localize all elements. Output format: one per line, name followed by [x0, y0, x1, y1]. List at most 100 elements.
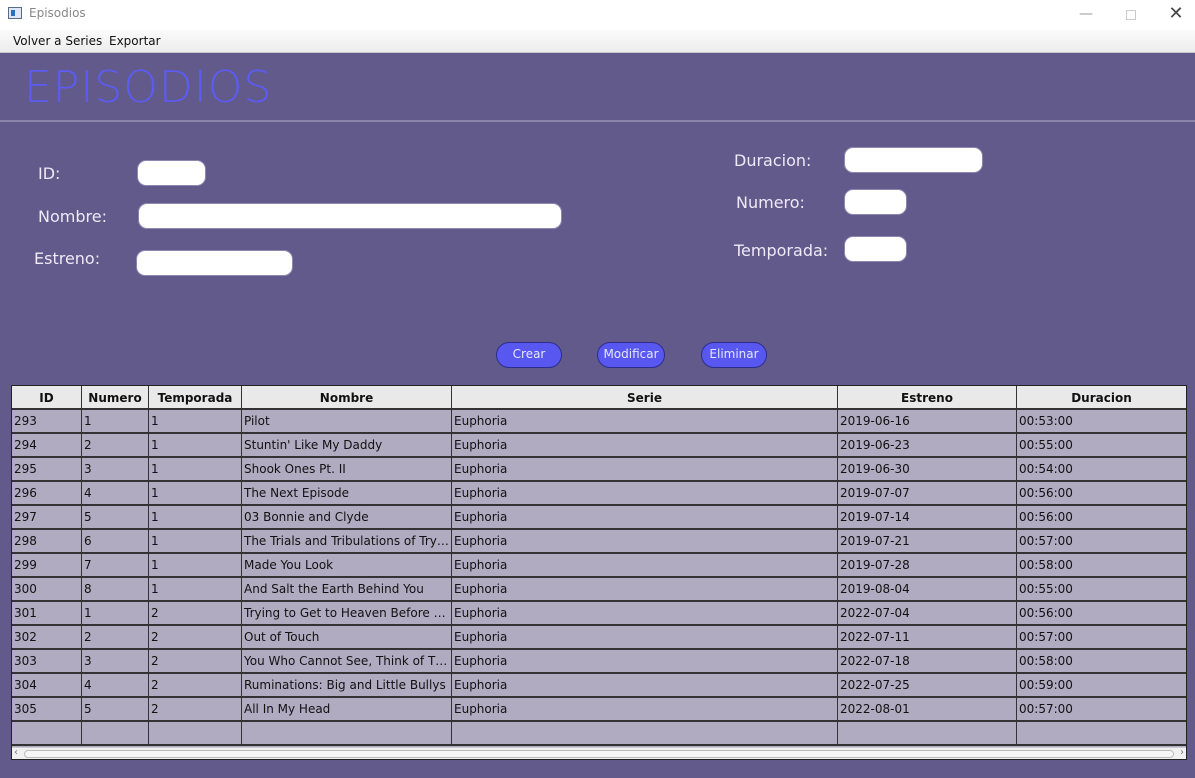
minimize-button[interactable]: —: [1063, 0, 1109, 30]
table-cell: 2022-08-01: [838, 698, 1017, 720]
close-button[interactable]: ✕: [1153, 0, 1195, 30]
table-cell: 1: [149, 482, 242, 504]
horizontal-scrollbar[interactable]: ‹ ›: [12, 747, 1186, 759]
table-row[interactable]: 293 1 1 Pilot Euphoria 2019-06-16 00:53:00: [12, 410, 1186, 434]
table-cell: 00:56:00: [1019, 606, 1073, 620]
episodes-table[interactable]: ID Numero Temporada Nombre Serie Estreno…: [11, 385, 1187, 760]
scroll-right-icon[interactable]: ›: [1180, 747, 1184, 758]
scrollbar-thumb[interactable]: [24, 750, 1174, 758]
table-row[interactable]: 301 1 2 Trying to Get to Heaven Before They…: [12, 602, 1186, 626]
column-header-temporada[interactable]: Temporada: [149, 386, 242, 409]
estreno-field[interactable]: [136, 250, 293, 276]
app-window-icon: [8, 7, 22, 19]
table-cell: 5: [82, 698, 149, 720]
numero-field[interactable]: [844, 189, 907, 215]
table-cell: 2019-06-30: [838, 458, 1017, 480]
table-cell: 2: [149, 674, 242, 696]
table-cell: 295: [12, 458, 82, 480]
crear-button[interactable]: Crear: [496, 342, 562, 368]
temporada-label: Temporada:: [734, 241, 829, 260]
table-cell: 00:57:00: [1019, 702, 1073, 716]
table-cell: Pilot: [242, 410, 452, 432]
table-row[interactable]: 298 6 1 The Trials and Tribulations of Tryi…: [12, 530, 1186, 554]
table-cell: 00:57:00: [1019, 630, 1073, 644]
table-cell: Euphoria: [452, 554, 838, 576]
table-cell: Stuntin' Like My Daddy: [242, 434, 452, 456]
column-header-serie[interactable]: Serie: [452, 386, 838, 409]
table-cell: Euphoria: [452, 506, 838, 528]
table-row[interactable]: 297 5 1 03 Bonnie and Clyde Euphoria 2019-07-…: [12, 506, 1186, 530]
table-cell: 2: [149, 602, 242, 624]
table-cell: [452, 722, 838, 744]
scroll-left-icon[interactable]: ‹: [14, 747, 18, 758]
table-cell: 1: [149, 434, 242, 456]
window-title: Episodios: [29, 6, 86, 20]
page-title: EPISODIOS: [24, 62, 273, 113]
duracion-field[interactable]: [844, 147, 983, 173]
table-cell: 7: [82, 554, 149, 576]
table-row[interactable]: 304 4 2 Ruminations: Big and Little Bullys E…: [12, 674, 1186, 698]
table-row[interactable]: 303 3 2 You Who Cannot See, Think of Thos..…: [12, 650, 1186, 674]
table-cell: 299: [12, 554, 82, 576]
table-row[interactable]: 302 2 2 Out of Touch Euphoria 2022-07-11 00:57…: [12, 626, 1186, 650]
table-cell: 00:59:00: [1019, 678, 1073, 692]
table-cell: [1017, 722, 1186, 744]
menu-bar: Volver a Series Exportar: [0, 30, 1195, 53]
table-cell: 2: [149, 650, 242, 672]
table-cell: 296: [12, 482, 82, 504]
table-cell: Euphoria: [452, 674, 838, 696]
table-cell: 2019-07-28: [838, 554, 1017, 576]
table-row[interactable]: 295 3 1 Shook Ones Pt. II Euphoria 2019-06-30…: [12, 458, 1186, 482]
table-cell: 2022-07-18: [838, 650, 1017, 672]
table-cell: Euphoria: [452, 458, 838, 480]
table-cell: [82, 722, 149, 744]
table-cell: 302: [12, 626, 82, 648]
table-cell: And Salt the Earth Behind You: [242, 578, 452, 600]
duracion-label: Duracion:: [734, 151, 812, 170]
table-cell: 2019-06-23: [838, 434, 1017, 456]
table-cell: 00:55:00: [1019, 438, 1073, 452]
table-cell: 2022-07-25: [838, 674, 1017, 696]
menu-exportar[interactable]: Exportar: [109, 34, 161, 48]
table-row[interactable]: 294 2 1 Stuntin' Like My Daddy Euphoria 2019-…: [12, 434, 1186, 458]
table-cell: 6: [82, 530, 149, 552]
table-cell: Trying to Get to Heaven Before They...: [242, 602, 452, 624]
menu-volver-a-series[interactable]: Volver a Series: [13, 34, 102, 48]
table-header: ID Numero Temporada Nombre Serie Estreno…: [12, 386, 1186, 410]
table-cell: 294: [12, 434, 82, 456]
table-row[interactable]: 305 5 2 All In My Head Euphoria 2022-08-01 00:…: [12, 698, 1186, 722]
column-header-nombre[interactable]: Nombre: [242, 386, 452, 409]
table-cell: 1: [149, 410, 242, 432]
table-cell: 2019-07-07: [838, 482, 1017, 504]
column-header-numero[interactable]: Numero: [82, 386, 149, 409]
table-cell: 1: [149, 578, 242, 600]
table-cell: 2019-07-14: [838, 506, 1017, 528]
id-field[interactable]: [137, 160, 206, 186]
column-header-id[interactable]: ID: [12, 386, 82, 409]
table-cell: 03 Bonnie and Clyde: [242, 506, 452, 528]
column-header-estreno[interactable]: Estreno: [838, 386, 1017, 409]
table-cell: 2: [82, 626, 149, 648]
modificar-button[interactable]: Modificar: [597, 342, 665, 368]
table-cell: The Next Episode: [242, 482, 452, 504]
table-cell: [149, 722, 242, 744]
table-cell: [838, 722, 1017, 744]
table-row[interactable]: 296 4 1 The Next Episode Euphoria 2019-07-07 0…: [12, 482, 1186, 506]
table-row[interactable]: 299 7 1 Made You Look Euphoria 2019-07-28 00:5…: [12, 554, 1186, 578]
nombre-field[interactable]: [138, 203, 562, 229]
table-cell: 4: [82, 482, 149, 504]
maximize-button[interactable]: [1108, 0, 1154, 30]
table-cell: 1: [149, 530, 242, 552]
table-row-empty[interactable]: [12, 722, 1186, 746]
table-cell: 2019-07-21: [838, 530, 1017, 552]
table-row[interactable]: 300 8 1 And Salt the Earth Behind You Euphor…: [12, 578, 1186, 602]
table-cell: 2019-08-04: [838, 578, 1017, 600]
table-cell: 2: [149, 626, 242, 648]
eliminar-button[interactable]: Eliminar: [701, 342, 767, 368]
table-cell: 00:54:00: [1019, 462, 1073, 476]
table-cell: 1: [149, 458, 242, 480]
column-header-duracion[interactable]: Duracion: [1017, 386, 1186, 409]
temporada-field[interactable]: [844, 236, 907, 262]
table-cell: Euphoria: [452, 578, 838, 600]
table-cell: The Trials and Tribulations of Trying ..…: [242, 530, 452, 552]
